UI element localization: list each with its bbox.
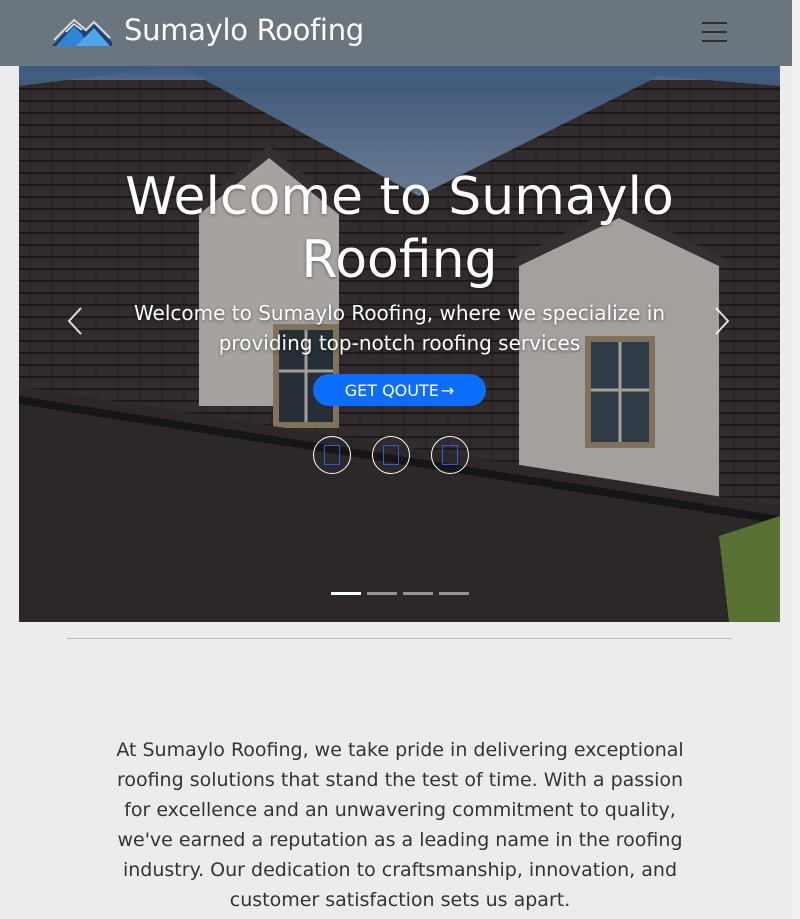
social-icon [383, 445, 399, 465]
get-quote-label: GET QOUTE [344, 380, 439, 400]
carousel-next-button[interactable] [702, 296, 742, 346]
about-paragraph: At Sumaylo Roofing, we take pride in del… [116, 739, 684, 911]
social-icon [324, 445, 340, 465]
carousel-indicator-4[interactable] [439, 592, 469, 595]
carousel-prev-button[interactable] [57, 296, 97, 346]
hero-subtitle: Welcome to Sumaylo Roofing, where we spe… [133, 301, 666, 355]
chevron-right-icon [715, 307, 730, 335]
page-scrollbar[interactable] [792, 0, 800, 919]
brand-link[interactable]: Sumaylo Roofing [52, 12, 364, 48]
carousel-indicator-3[interactable] [403, 592, 433, 595]
get-quote-button[interactable]: GET QOUTE → [313, 374, 486, 406]
social-link-1[interactable] [313, 436, 351, 474]
hamburger-menu-icon [702, 22, 727, 42]
social-icon [442, 445, 458, 465]
chevron-left-icon [67, 307, 82, 335]
carousel-indicators [331, 592, 475, 595]
mountain-roof-logo-icon [52, 18, 112, 46]
section-divider [67, 638, 732, 639]
carousel-indicator-2[interactable] [367, 592, 397, 595]
arrow-right-icon: → [440, 380, 455, 400]
navbar: Sumaylo Roofing [0, 0, 792, 66]
brand-name: Sumaylo Roofing [124, 13, 364, 47]
carousel-indicator-1[interactable] [331, 592, 361, 595]
hero-title: Welcome to Sumaylo Roofing [125, 167, 674, 290]
hero-carousel: Welcome to Sumaylo Roofing Welcome to Su… [19, 66, 780, 622]
hamburger-menu-button[interactable] [696, 14, 734, 48]
social-link-2[interactable] [372, 436, 410, 474]
social-link-3[interactable] [431, 436, 469, 474]
